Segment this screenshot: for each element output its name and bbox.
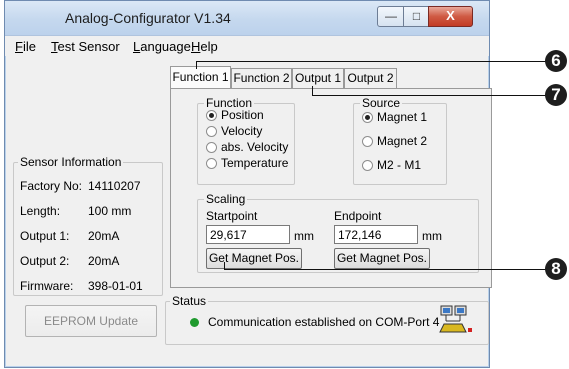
function-option-label: Position	[221, 108, 264, 122]
tab-function-1[interactable]: Function 1	[170, 66, 231, 89]
minimize-button[interactable]: —	[377, 6, 405, 27]
callout-8: 8	[545, 258, 567, 280]
title-bar[interactable]: Analog-Configurator V1.34 — □ X	[5, 1, 489, 36]
startpoint-unit: mm	[294, 229, 314, 243]
startpoint-input[interactable]: 29,617	[206, 225, 290, 244]
window-title: Analog-Configurator V1.34	[65, 10, 231, 26]
radio-button[interactable]	[362, 112, 373, 123]
radio-button[interactable]	[206, 126, 217, 137]
tab-panel: Function Position Velocity abs. Velocity Te…	[170, 88, 492, 288]
function-option-label: Temperature	[221, 156, 289, 170]
function-option-label: Velocity	[221, 124, 263, 138]
menu-language[interactable]: Language	[133, 39, 191, 54]
sensor-information-legend: Sensor Information	[18, 155, 124, 169]
sensor-info-label: Output 1:	[20, 229, 70, 243]
radio-button[interactable]	[206, 142, 217, 153]
radio-button[interactable]	[206, 110, 217, 121]
maximize-button[interactable]: □	[403, 6, 430, 27]
callout-7: 7	[545, 84, 567, 106]
callout-line-8	[224, 269, 546, 270]
sensor-info-label: Factory No:	[20, 179, 83, 193]
sensor-info-label: Firmware:	[20, 279, 74, 293]
status-message: Communication established on COM-Port 4	[208, 315, 440, 329]
callout-line-8-stem	[224, 262, 225, 270]
startpoint-label: Startpoint	[206, 209, 258, 223]
sensor-info-label: Output 2:	[20, 254, 70, 268]
tab-function-2[interactable]: Function 2	[231, 68, 292, 88]
sensor-info-value: 100 mm	[88, 204, 132, 218]
source-option-label: Magnet 2	[377, 134, 428, 148]
sensor-info-value: 14110207	[88, 179, 141, 193]
source-group: Source Magnet 1 Magnet 2 M2 - M1	[353, 96, 447, 185]
callout-line-7	[312, 95, 546, 96]
radio-button[interactable]	[206, 158, 217, 169]
radio-button[interactable]	[362, 160, 373, 171]
sensor-info-value: 398-01-01	[88, 279, 143, 293]
sensor-info-value: 20mA	[88, 229, 120, 243]
menu-help[interactable]: Help	[191, 39, 218, 54]
source-option-label: M2 - M1	[377, 158, 422, 172]
sensor-info-value: 20mA	[88, 254, 120, 268]
endpoint-unit: mm	[422, 229, 442, 243]
tab-output-2[interactable]: Output 2	[344, 68, 397, 88]
status-legend: Status	[170, 294, 209, 308]
radio-button[interactable]	[362, 136, 373, 147]
menu-bar: File Test Sensor Language Help	[5, 36, 489, 56]
menu-test-sensor[interactable]: Test Sensor	[51, 39, 120, 54]
eeprom-update-button[interactable]: EEPROM Update	[25, 305, 157, 337]
get-magnet-pos-start-button[interactable]: Get Magnet Pos.	[206, 248, 302, 269]
tab-output-1[interactable]: Output 1	[292, 68, 344, 88]
close-icon: X	[446, 8, 455, 23]
endpoint-input[interactable]: 172,146	[334, 225, 418, 244]
menu-file[interactable]: File	[15, 39, 36, 54]
callout-line-7-stem	[312, 86, 313, 96]
maximize-icon: □	[412, 9, 421, 23]
app-window: Analog-Configurator V1.34 — □ X File Tes…	[4, 0, 492, 368]
callout-line-6-stem	[196, 61, 197, 69]
status-group: Status Communication established on COM-…	[165, 294, 489, 345]
source-option-label: Magnet 1	[377, 110, 428, 124]
callout-6: 6	[545, 50, 567, 72]
callout-line-6	[196, 61, 546, 62]
minimize-icon: —	[385, 9, 397, 23]
endpoint-label: Endpoint	[334, 209, 382, 223]
sensor-info-label: Length:	[20, 204, 61, 218]
status-indicator	[190, 318, 199, 327]
sensor-information-group: Sensor Information Factory No: 14110207 Le…	[13, 155, 163, 296]
get-magnet-pos-end-button[interactable]: Get Magnet Pos.	[334, 248, 430, 269]
function-option-label: abs. Velocity	[221, 140, 289, 154]
function-group: Function Position Velocity abs. Velocity Te…	[197, 96, 295, 185]
network-computers-icon	[439, 305, 472, 333]
scaling-group-legend: Scaling	[204, 192, 248, 206]
scaling-group: Scaling Startpoint 29,617 mm Endpoint 17…	[197, 192, 479, 273]
close-button[interactable]: X	[428, 6, 473, 27]
source-group-legend: Source	[360, 96, 403, 110]
